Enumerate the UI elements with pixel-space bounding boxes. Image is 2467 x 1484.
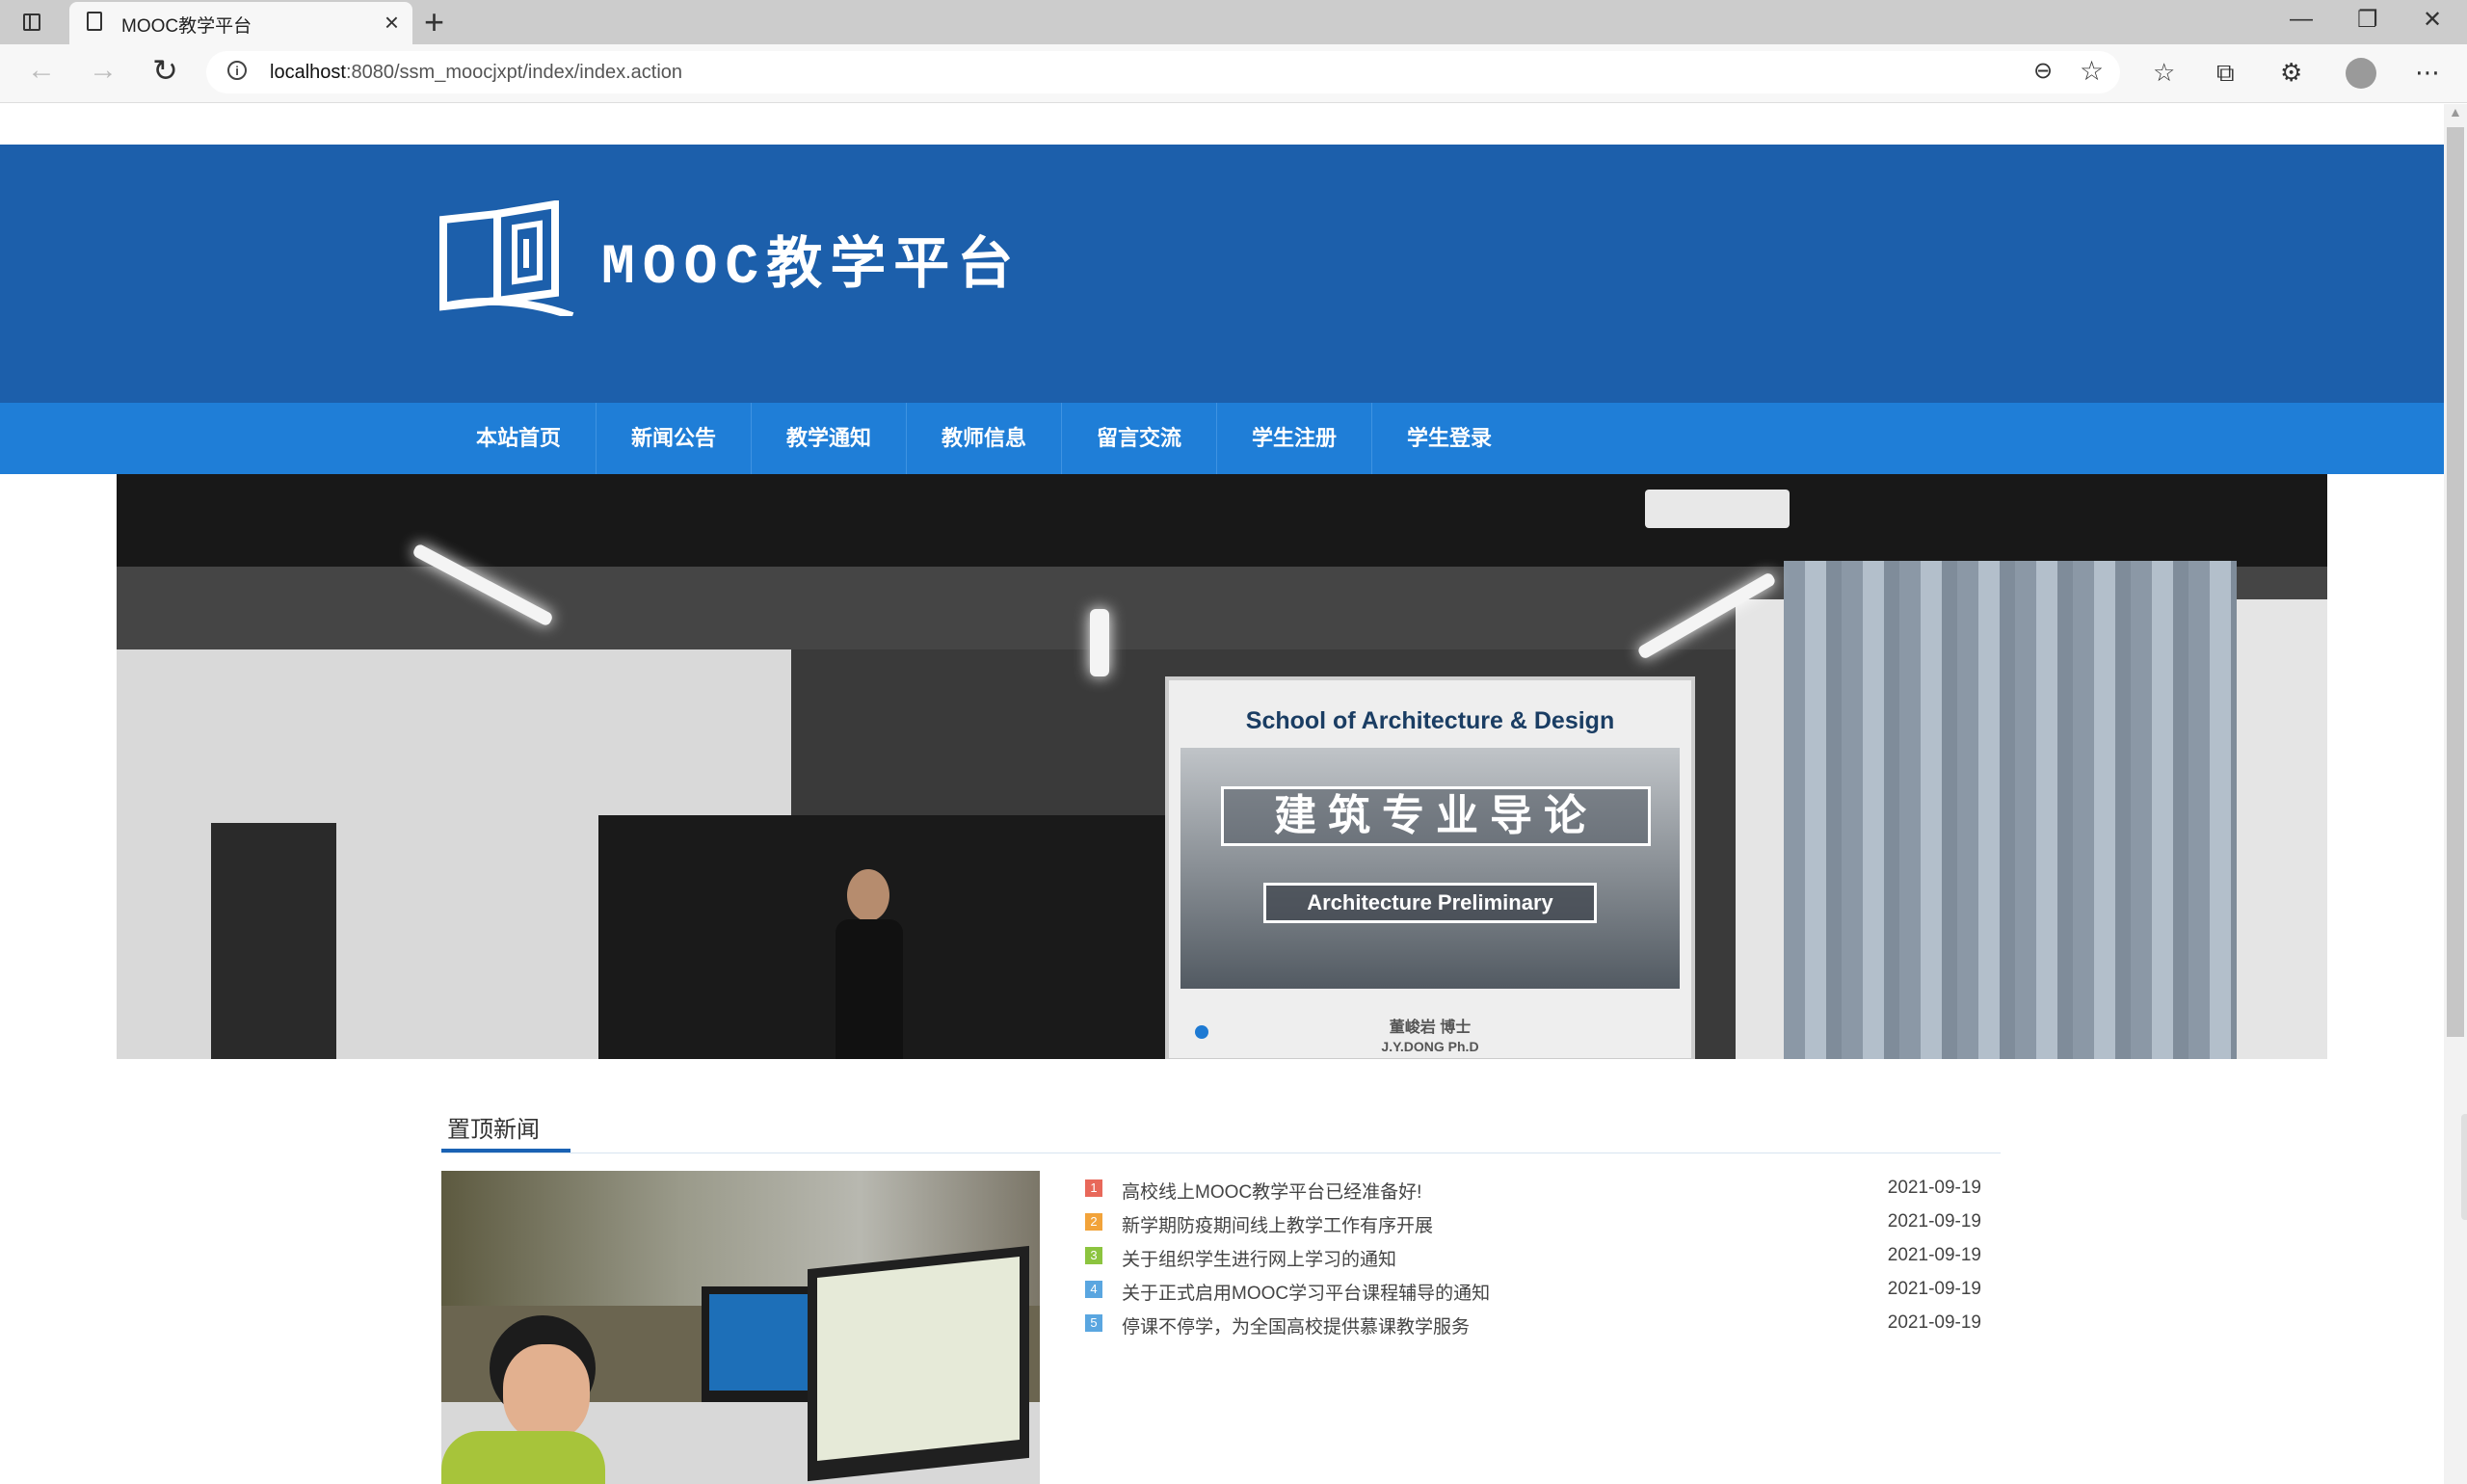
nav-item-messages[interactable]: 留言交流 (1062, 403, 1217, 474)
nav-item-news[interactable]: 新闻公告 (597, 403, 752, 474)
side-panel-handle[interactable] (2461, 1114, 2467, 1220)
news-rank-badge: 5 (1085, 1314, 1102, 1332)
news-rank-badge: 3 (1085, 1247, 1102, 1264)
page-icon (87, 12, 102, 31)
news-title-underline (441, 1149, 570, 1153)
screen-course-subtitle: Architecture Preliminary (1263, 883, 1597, 923)
new-tab-icon[interactable]: + (424, 2, 444, 42)
news-item-date: 2021-09-19 (1887, 1279, 1981, 1299)
banner-ceiling (117, 474, 2327, 567)
address-toolbar: ← → ↻ i localhost:8080/ssm_moocjxpt/inde… (0, 44, 2467, 103)
nav-item-teachers[interactable]: 教师信息 (907, 403, 1062, 474)
collections-icon[interactable]: ⧉ (2216, 58, 2235, 89)
banner-lecturer (836, 869, 903, 1059)
banner-projector (1645, 490, 1790, 528)
screen-city-image (1180, 748, 1680, 989)
screen-course-title: 建筑专业导论 (1221, 786, 1651, 846)
nav-item-register[interactable]: 学生注册 (1217, 403, 1372, 474)
nav-item-login[interactable]: 学生登录 (1372, 403, 1526, 474)
news-photo[interactable] (441, 1171, 1040, 1484)
news-item[interactable]: 1 高校线上MOOC教学平台已经准备好! 2021-09-19 (1085, 1178, 1981, 1211)
close-tab-icon[interactable]: × (385, 8, 399, 38)
news-item-title[interactable]: 新学期防疫期间线上教学工作有序开展 (1122, 1211, 1433, 1237)
address-bar[interactable]: i localhost:8080/ssm_moocjxpt/index/inde… (206, 51, 2120, 93)
hero-banner[interactable]: School of Architecture & Design 建筑专业导论 A… (117, 474, 2327, 1059)
browser-tab-strip: MOOC教学平台 × + — ❐ ✕ (0, 0, 2467, 44)
favorites-icon[interactable]: ☆ (2153, 58, 2175, 88)
news-section-header: 置顶新闻 (441, 1106, 2001, 1153)
news-item-title[interactable]: 高校线上MOOC教学平台已经准备好! (1122, 1178, 1421, 1204)
news-section-title: 置顶新闻 (447, 1117, 540, 1143)
news-item[interactable]: 3 关于组织学生进行网上学习的通知 2021-09-19 (1085, 1245, 1981, 1279)
reload-icon[interactable]: ↻ (152, 52, 178, 89)
browser-tab[interactable]: MOOC教学平台 × (69, 2, 412, 44)
news-item[interactable]: 5 停课不停学，为全国高校提供慕课教学服务 2021-09-19 (1085, 1312, 1981, 1346)
news-list: 1 高校线上MOOC教学平台已经准备好! 2021-09-19 2 新学期防疫期… (1085, 1178, 1981, 1346)
close-window-icon[interactable]: ✕ (2423, 6, 2442, 34)
screen-school-name: School of Architecture & Design (1245, 707, 1615, 734)
main-nav: 本站首页 新闻公告 教学通知 教师信息 留言交流 学生注册 学生登录 (0, 403, 2444, 474)
news-item-title[interactable]: 停课不停学，为全国高校提供慕课教学服务 (1122, 1312, 1470, 1338)
news-item[interactable]: 4 关于正式启用MOOC学习平台课程辅导的通知 2021-09-19 (1085, 1279, 1981, 1312)
nav-item-notices[interactable]: 教学通知 (752, 403, 907, 474)
banner-curtain (1784, 561, 2237, 1059)
site-header (0, 145, 2444, 403)
banner-light (1090, 609, 1109, 676)
zoom-icon[interactable]: ⊖ (2033, 57, 2053, 85)
more-menu-icon[interactable]: ⋯ (2415, 58, 2440, 88)
site-title: MOOC教学平台 (601, 237, 1021, 300)
extensions-icon[interactable]: ⚙ (2280, 58, 2302, 88)
nav-item-home[interactable]: 本站首页 (441, 403, 597, 474)
scrollbar-thumb[interactable] (2447, 127, 2464, 1037)
news-item-title[interactable]: 关于组织学生进行网上学习的通知 (1122, 1245, 1396, 1271)
profile-avatar[interactable] (2346, 58, 2376, 89)
projection-screen: School of Architecture & Design 建筑专业导论 A… (1165, 676, 1695, 1059)
url-host: localhost (270, 62, 346, 83)
minimize-icon[interactable]: — (2290, 6, 2313, 33)
url-text: localhost:8080/ssm_moocjxpt/index/index.… (270, 62, 682, 84)
tab-title: MOOC教学平台 (121, 16, 252, 37)
news-rank-badge: 1 (1085, 1179, 1102, 1197)
site-info-icon[interactable]: i (227, 61, 247, 80)
news-item-title[interactable]: 关于正式启用MOOC学习平台课程辅导的通知 (1122, 1279, 1490, 1305)
news-item-date: 2021-09-19 (1887, 1312, 1981, 1333)
news-item-date: 2021-09-19 (1887, 1245, 1981, 1265)
news-item-date: 2021-09-19 (1887, 1178, 1981, 1198)
screen-lecturer-en: J.Y.DONG Ph.D (1381, 1039, 1479, 1054)
restore-icon[interactable]: ❐ (2357, 6, 2378, 34)
back-icon[interactable]: ← (27, 54, 56, 87)
news-item-date: 2021-09-19 (1887, 1211, 1981, 1232)
url-path: :8080/ssm_moocjxpt/index/index.action (345, 62, 683, 83)
favorite-add-icon[interactable]: ☆ (2080, 55, 2104, 87)
news-item[interactable]: 2 新学期防疫期间线上教学工作有序开展 2021-09-19 (1085, 1211, 1981, 1245)
news-rank-badge: 4 (1085, 1281, 1102, 1298)
tab-actions-icon[interactable] (19, 10, 48, 35)
scroll-up-icon[interactable]: ▲ (2449, 104, 2462, 119)
forward-icon[interactable]: → (89, 54, 118, 87)
book-logo-icon[interactable] (439, 200, 574, 316)
banner-door (211, 823, 336, 1059)
carousel-dot[interactable] (1195, 1025, 1208, 1039)
screen-lecturer: 董峻岩 博士 (1389, 1020, 1472, 1036)
news-rank-badge: 2 (1085, 1213, 1102, 1231)
